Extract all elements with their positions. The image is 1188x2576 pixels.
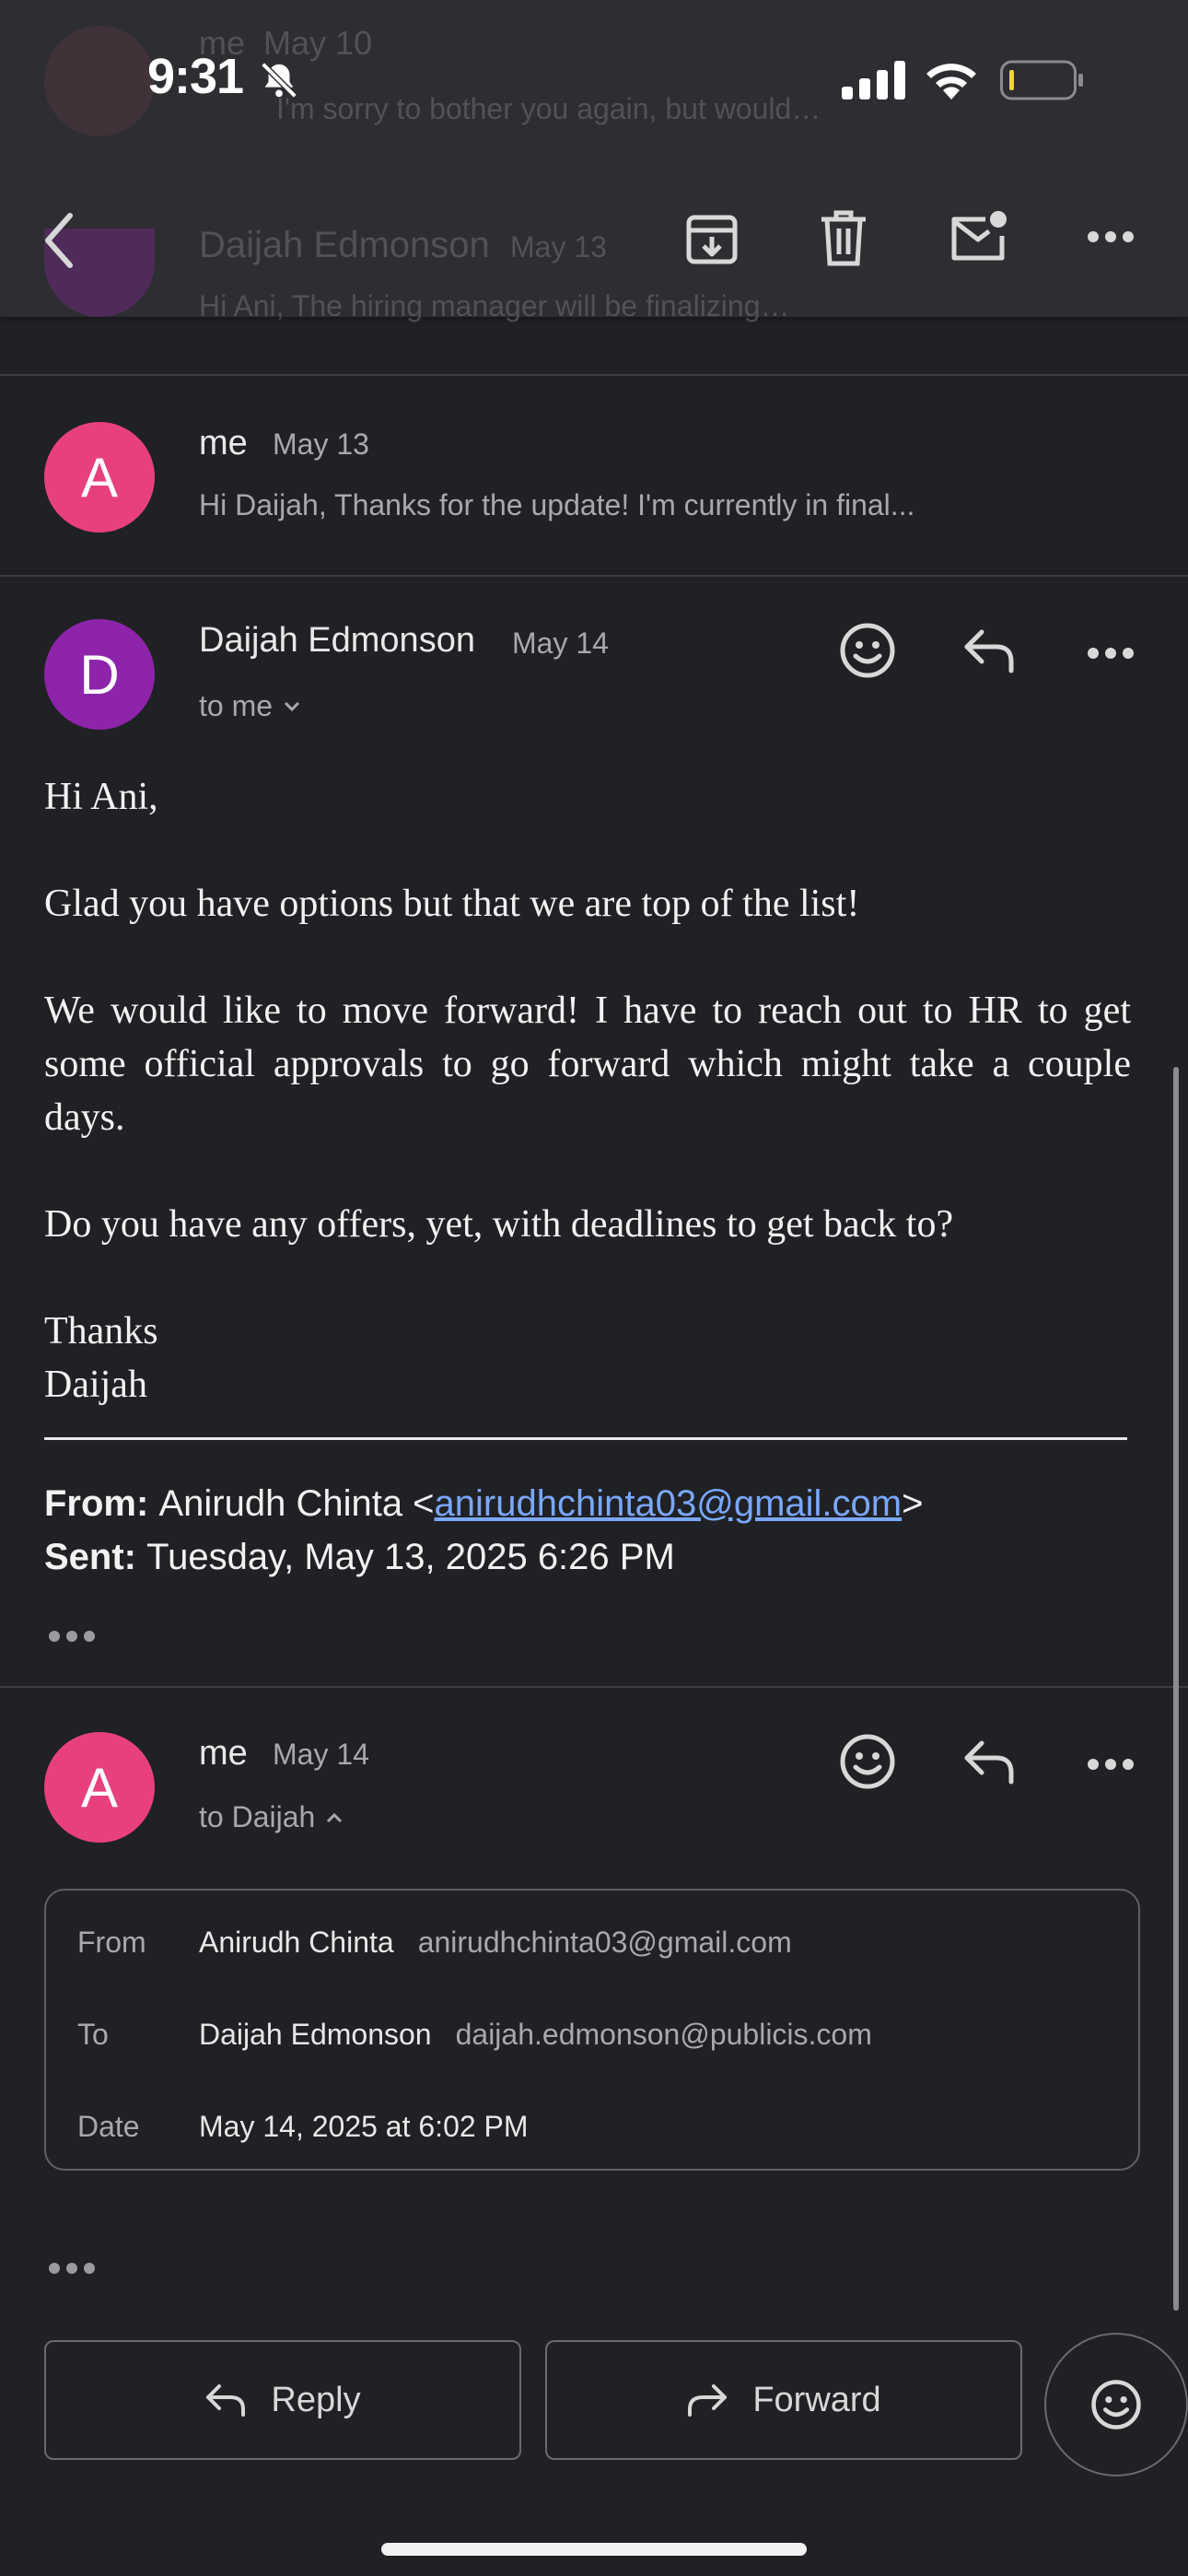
message-collapsed[interactable]: A me May 13 Hi Daijah, Thanks for the up… — [0, 376, 1188, 575]
silent-bell-icon — [258, 59, 300, 101]
status-time: 9:31 — [147, 49, 244, 104]
mark-unread-icon[interactable] — [949, 208, 1009, 263]
cellular-signal-icon — [842, 61, 906, 100]
more-options-icon[interactable] — [1087, 227, 1135, 247]
wifi-icon — [923, 59, 980, 101]
sender-name: me — [199, 1734, 248, 1773]
sender-name: Daijah Edmonson — [199, 621, 475, 660]
recipient-toggle[interactable]: to Daijah — [199, 1800, 344, 1834]
body-paragraph: Hi Ani, — [44, 776, 158, 818]
body-paragraph: Daijah — [44, 1364, 147, 1406]
divider — [0, 575, 1188, 577]
details-date: May 14, 2025 at 6:02 PM — [199, 2110, 529, 2143]
behind-snippet: I'm sorry to bother you again, but would… — [276, 92, 821, 125]
home-indicator[interactable] — [381, 2543, 807, 2556]
body-paragraph: Do you have any offers, yet, with deadli… — [44, 1203, 954, 1246]
show-trimmed-content-icon[interactable] — [48, 1627, 96, 1645]
details-to: Daijah Edmonson daijah.edmonson@publicis.… — [199, 2018, 872, 2051]
details-to-email[interactable]: daijah.edmonson@publicis.com — [456, 2018, 872, 2051]
react-emoji-button[interactable] — [1044, 2333, 1188, 2476]
emoji-icon — [1089, 2378, 1143, 2431]
forward-button[interactable]: Forward — [545, 2340, 1022, 2460]
behind-snippet: Hi Ani, The hiring manager will be final… — [199, 289, 790, 322]
details-from: Anirudh Chinta anirudhchinta03@gmail.com — [199, 1926, 792, 1959]
message-date: May 14 — [273, 1738, 369, 1771]
avatar: D — [44, 619, 155, 730]
sender-name: me — [199, 424, 248, 463]
details-from-email[interactable]: anirudhchinta03@gmail.com — [418, 1926, 792, 1959]
show-trimmed-content-icon[interactable] — [48, 2259, 96, 2277]
add-reaction-icon[interactable] — [838, 1732, 897, 1791]
message-snippet: Hi Daijah, Thanks for the update! I'm cu… — [199, 488, 915, 521]
reply-icon[interactable] — [961, 626, 1017, 674]
message-date: May 14 — [512, 626, 609, 660]
forward-label: Forward — [752, 2380, 881, 2419]
add-reaction-icon[interactable] — [838, 621, 897, 680]
top-app-bar: me May 10 I'm sorry to bother you again,… — [0, 0, 1188, 322]
details-date-label: Date — [77, 2110, 140, 2143]
avatar: A — [44, 422, 155, 533]
recipient-label: to me — [199, 689, 274, 722]
details-from-label: From — [77, 1926, 146, 1959]
scrollbar[interactable] — [1173, 1067, 1179, 2311]
reply-icon[interactable] — [961, 1738, 1017, 1786]
reply-button[interactable]: Reply — [44, 2340, 521, 2460]
reply-label: Reply — [271, 2380, 361, 2419]
forward-icon — [686, 2382, 728, 2418]
avatar: A — [44, 1732, 155, 1843]
body-paragraph: Glad you have options but that we are to… — [44, 883, 860, 925]
trash-icon[interactable] — [818, 208, 869, 267]
behind-sender: Daijah Edmonson May 13 — [199, 225, 607, 265]
quoted-from: From: Anirudh Chinta <anirudhchinta03@gm… — [44, 1483, 924, 1524]
body-paragraph: We would like to move forward! I have to… — [44, 989, 1131, 1139]
back-button[interactable] — [37, 208, 88, 273]
message-date: May 13 — [273, 427, 369, 461]
recipient-toggle[interactable]: to me — [199, 689, 302, 723]
behind-avatar — [44, 26, 155, 136]
details-to-label: To — [77, 2018, 109, 2051]
body-paragraph: Thanks — [44, 1310, 158, 1352]
email-link[interactable]: anirudhchinta03@gmail.com — [435, 1483, 903, 1524]
divider — [0, 1686, 1188, 1688]
more-options-icon[interactable] — [1087, 1754, 1135, 1774]
battery-icon — [1000, 59, 1085, 101]
quoted-sent: Sent: Tuesday, May 13, 2025 6:26 PM — [44, 1537, 675, 1577]
chevron-up-icon — [324, 1808, 344, 1828]
archive-icon[interactable] — [683, 210, 740, 267]
chevron-down-icon — [282, 697, 302, 717]
recipient-label: to Daijah — [199, 1800, 316, 1833]
quote-separator — [44, 1437, 1127, 1440]
more-options-icon[interactable] — [1087, 643, 1135, 663]
message-details-card: From Anirudh Chinta anirudhchinta03@gmail… — [44, 1889, 1140, 2171]
reply-icon — [204, 2382, 247, 2418]
